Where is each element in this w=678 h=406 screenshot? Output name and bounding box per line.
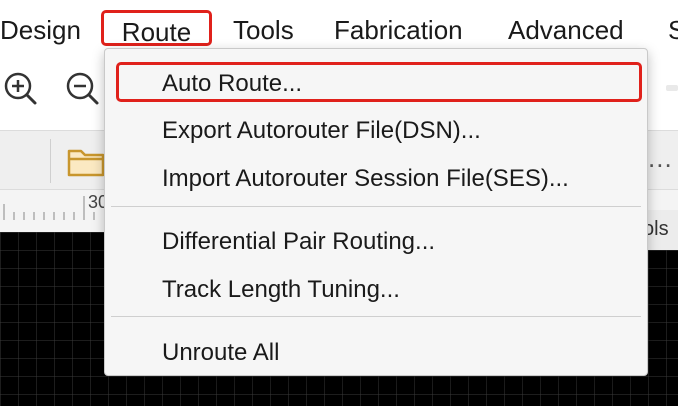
toolbar-widget[interactable] [666, 85, 678, 91]
menu-route[interactable]: Route [101, 10, 212, 47]
menu-item-auto-route[interactable]: Auto Route... [116, 62, 642, 102]
menu-item-label: Track Length Tuning... [162, 276, 400, 303]
menu-design[interactable]: Design [0, 10, 81, 50]
menu-fabrication[interactable]: Fabrication [334, 10, 463, 50]
zoom-out-icon[interactable] [64, 70, 100, 106]
menu-item-label: Import Autorouter Session File(SES)... [162, 165, 569, 192]
menu-item-import-ses[interactable]: Import Autorouter Session File(SES)... [105, 157, 647, 201]
menu-item-differential-pair[interactable]: Differential Pair Routing... [105, 220, 647, 264]
menu-separator [111, 206, 641, 207]
menu-more[interactable]: S [668, 10, 678, 50]
menu-tools[interactable]: Tools [233, 10, 294, 50]
menu-item-export-dsn[interactable]: Export Autorouter File(DSN)... [105, 109, 647, 153]
menu-item-label: Unroute All [162, 339, 280, 366]
route-menu: Auto Route... Export Autorouter File(DSN… [104, 48, 648, 376]
menu-item-label: Differential Pair Routing... [162, 228, 436, 255]
menu-advanced[interactable]: Advanced [508, 10, 624, 50]
overflow-icon[interactable]: ... [648, 143, 673, 174]
menu-item-label: Export Autorouter File(DSN)... [162, 117, 481, 144]
menu-item-unroute-all[interactable]: Unroute All [105, 331, 647, 375]
menu-item-label: Auto Route... [162, 70, 303, 97]
menu-item-track-length[interactable]: Track Length Tuning... [105, 268, 647, 312]
toolbar-separator [50, 139, 51, 183]
menu-separator [111, 316, 641, 317]
folder-icon[interactable] [66, 145, 106, 179]
zoom-in-icon[interactable] [2, 70, 38, 106]
